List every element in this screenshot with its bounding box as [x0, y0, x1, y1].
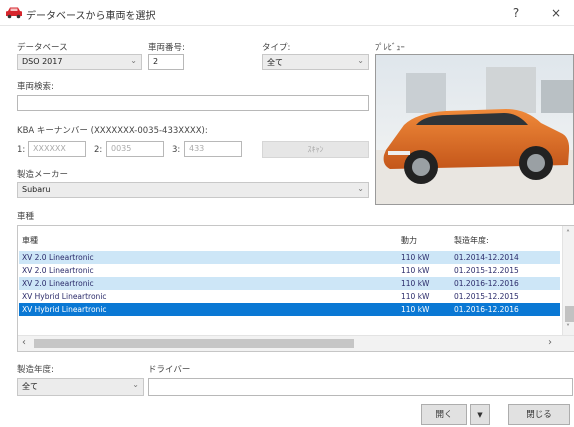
kba-scan-button[interactable]: ｽｷｬﾝ: [262, 141, 369, 158]
table-row[interactable]: XV Hybrid Lineartronic 110 kW 01.2015-12…: [19, 290, 560, 303]
driver-label: ドライバー: [148, 365, 191, 375]
models-section-label: 車種: [17, 212, 35, 222]
models-list[interactable]: 車種 動力 製造年度: XV 2.0 Lineartronic 110 kW 0…: [17, 225, 574, 352]
database-value: DSO 2017: [22, 57, 63, 66]
table-row[interactable]: XV 2.0 Lineartronic 110 kW 01.2016-12.20…: [19, 277, 560, 290]
chevron-left-icon[interactable]: ‹: [22, 337, 26, 348]
horizontal-scrollbar[interactable]: ‹ ›: [18, 335, 574, 351]
car-icon: [6, 7, 22, 19]
column-header-years[interactable]: 製造年度:: [454, 234, 489, 247]
search-label: 車両検索:: [17, 82, 54, 92]
table-row[interactable]: XV 2.0 Lineartronic 110 kW 01.2014-12.20…: [19, 251, 560, 264]
open-button[interactable]: 開く: [421, 404, 467, 425]
type-label: タイプ:: [262, 43, 291, 53]
table-row[interactable]: XV 2.0 Lineartronic 110 kW 01.2015-12.20…: [19, 264, 560, 277]
kba-3-field[interactable]: 433: [184, 141, 242, 157]
kba-3-label: 3:: [172, 145, 181, 155]
vehicle-number-label: 車両番号:: [148, 43, 185, 53]
year-label: 製造年度:: [17, 365, 54, 375]
search-input[interactable]: [17, 95, 369, 111]
kba-2-field[interactable]: 0035: [106, 141, 164, 157]
kba-1-field[interactable]: XXXXXX: [28, 141, 86, 157]
driver-field[interactable]: [148, 378, 573, 396]
horizontal-scroll-thumb[interactable]: [34, 339, 354, 348]
window-title: データベースから車両を選択: [26, 11, 156, 22]
chevron-right-icon[interactable]: ›: [548, 337, 552, 348]
year-select[interactable]: 全て ⌄: [17, 378, 144, 396]
vertical-scroll-thumb[interactable]: [565, 306, 574, 322]
chevron-down-icon: ⌄: [130, 56, 137, 65]
close-button[interactable]: 閉じる: [508, 404, 570, 425]
type-value: 全て: [267, 58, 283, 67]
chevron-up-icon[interactable]: ˄: [566, 229, 570, 238]
chevron-down-icon: ⌄: [357, 184, 364, 193]
manufacturer-value: Subaru: [22, 185, 51, 194]
chevron-down-icon[interactable]: ˅: [566, 323, 570, 332]
preview-label: ﾌﾟﾚﾋﾞｭｰ: [375, 43, 405, 53]
open-dropdown-button[interactable]: ▼: [470, 404, 490, 425]
type-select[interactable]: 全て ⌄: [262, 54, 369, 70]
title-bar: データベースから車両を選択 ? ×: [0, 0, 574, 26]
chevron-down-icon: ⌄: [357, 56, 364, 65]
help-button[interactable]: ?: [498, 3, 534, 23]
chevron-down-icon: ⌄: [132, 380, 139, 389]
kba-2-label: 2:: [94, 145, 103, 155]
vertical-scrollbar[interactable]: ˄ ˅: [562, 226, 574, 336]
kba-1-label: 1:: [17, 145, 26, 155]
database-label: データベース: [17, 43, 68, 53]
close-window-button[interactable]: ×: [538, 3, 574, 23]
manufacturer-select[interactable]: Subaru ⌄: [17, 182, 369, 198]
vehicle-preview-image: [375, 54, 574, 205]
year-value: 全て: [22, 382, 38, 391]
column-header-power[interactable]: 動力: [401, 234, 417, 247]
manufacturer-label: 製造メーカー: [17, 170, 69, 180]
table-header: 車種 動力 製造年度:: [19, 234, 560, 247]
vehicle-number-field[interactable]: 2: [148, 54, 184, 70]
database-select[interactable]: DSO 2017 ⌄: [17, 54, 142, 70]
column-header-model[interactable]: 車種: [22, 234, 38, 247]
kba-label: KBA キーナンバー (XXXXXXX-0035-433XXXX):: [17, 126, 208, 136]
table-row[interactable]: XV Hybrid Lineartronic 110 kW 01.2016-12…: [19, 303, 560, 316]
